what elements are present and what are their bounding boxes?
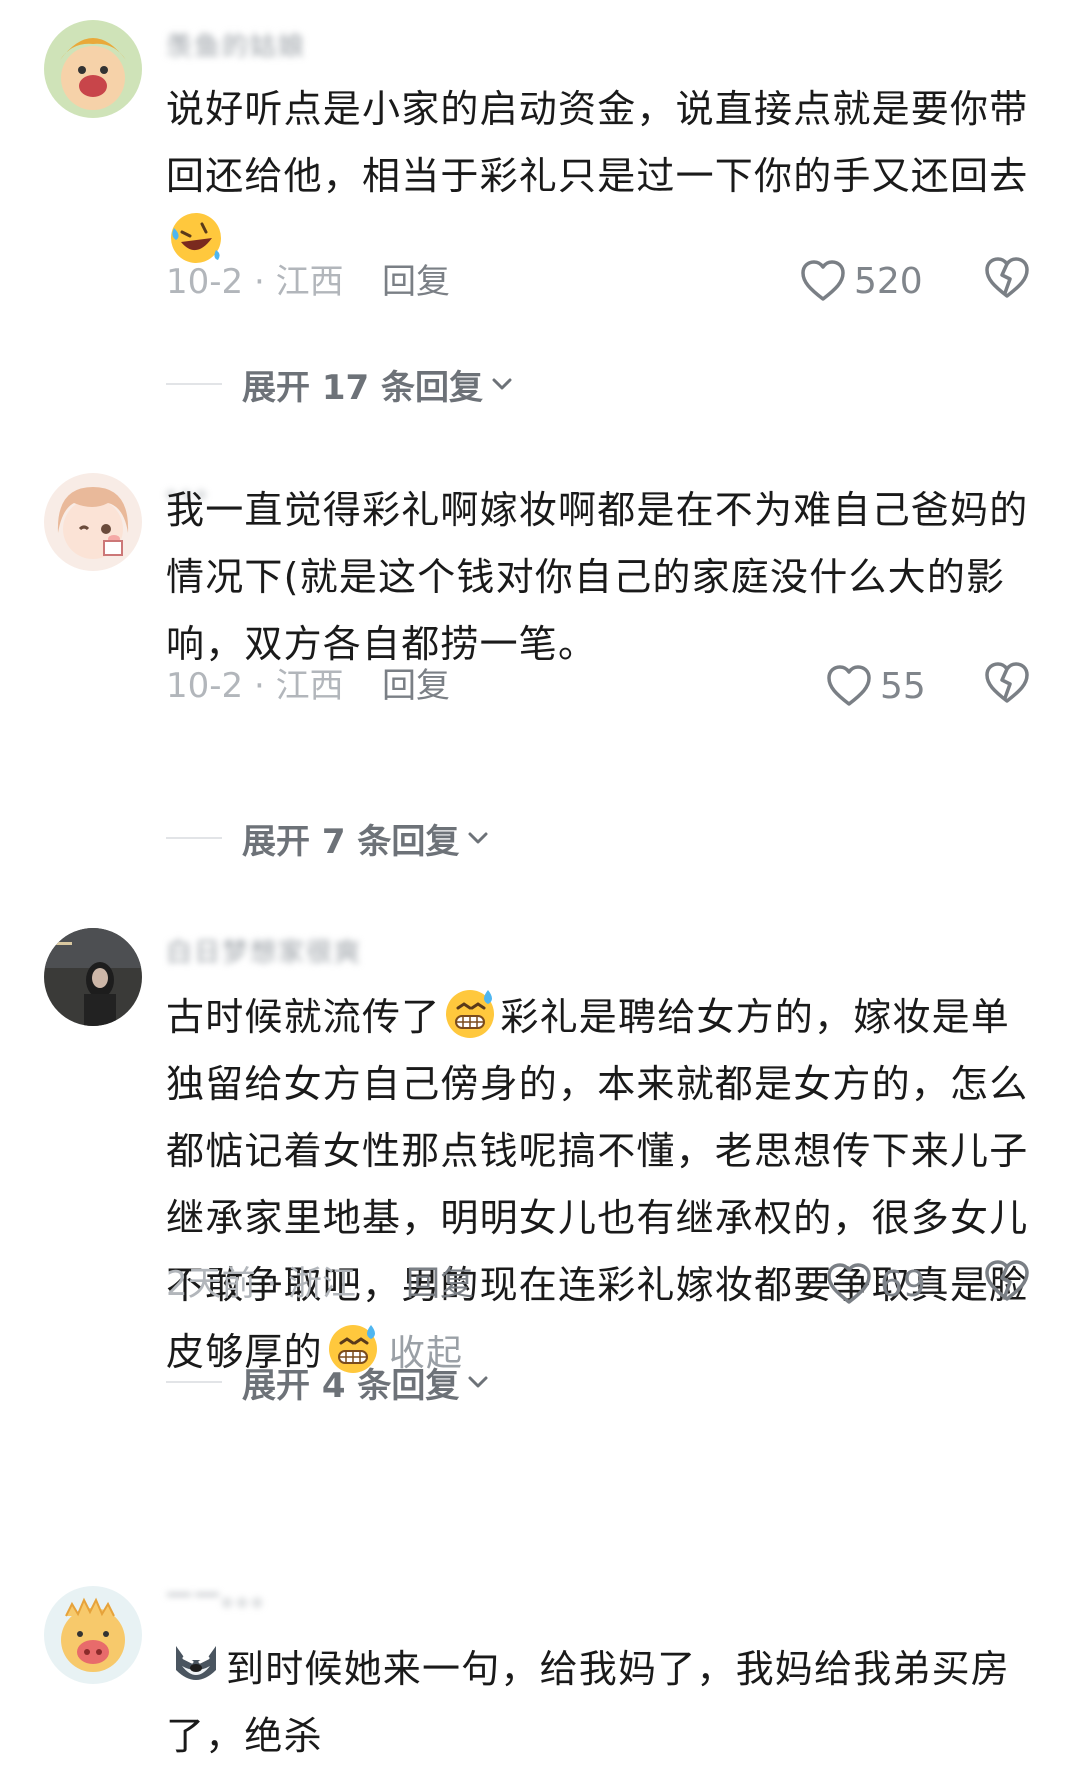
comment-meta: 2天前 · 浙江 回复 [166,1260,474,1308]
comment-text: 说好听点是小家的启动资金，说直接点就是要你带回还给他，相当于彩礼只是过一下你的手… [166,76,1046,277]
date-location: 10-2 · 江西 [166,666,344,706]
expand-replies-row: 展开 17 条回复 [166,360,515,408]
comment-text-content: 彩礼是聘给女方的，嫁妆是单独留给女方自己傍身的，本来就都是女方的，怎么都惦记着女… [166,995,1029,1374]
dislike-broken-heart-icon [985,1260,1029,1301]
date-location: 2天前 · 浙江 [166,1264,357,1304]
avatar[interactable] [44,1586,142,1684]
dislike-button[interactable] [984,255,1030,301]
dislike-broken-heart-icon [985,662,1029,703]
dislike-button[interactable] [984,1258,1030,1304]
date-location: 10-2 · 江西 [166,262,344,302]
username[interactable]: 一一。。。 [166,1580,280,1614]
expand-replies-label: 展开 7 条回复 [242,821,460,862]
chevron-down-icon [468,832,488,844]
comment-meta: 10-2 · 江西 回复 [166,662,450,710]
expand-replies-button[interactable]: 展开 17 条回复 [242,360,515,409]
comment-item: 白日梦想家很爽 古时候就流传了 彩礼是聘给女方的，嫁妆是单独留给女方自己傍身的，… [0,890,1080,1550]
comment-text: 我一直觉得彩礼啊嫁妆啊都是在不为难自己爸妈的情况下(就是这个钱对你自己的家庭没什… [166,488,1029,666]
like-button[interactable]: 520 [800,255,923,307]
heart-icon [801,260,845,301]
avatar[interactable] [44,928,142,1026]
comment-text: 古时候就流传了 彩礼是聘给女方的，嫁妆是单独留给女方自己傍身的，本来就都是女方的… [166,984,1046,1387]
divider-line [166,837,222,839]
chevron-down-icon [492,378,512,390]
reply-button[interactable]: 回复 [382,258,450,306]
comment-text: 到时候她来一句，给我妈了，我妈给我弟买房了，绝杀 [166,1636,1046,1770]
heart-icon [827,1263,871,1304]
dislike-button[interactable] [984,660,1030,706]
reply-button[interactable]: 回复 [382,662,450,710]
avatar[interactable] [44,473,142,571]
like-count: 55 [880,665,926,707]
comment-item: 羡鱼的姑娘 说好听点是小家的启动资金，说直接点就是要你带回还给他，相当于彩礼只是… [0,0,1080,440]
username[interactable]: 羡鱼的姑娘 [166,30,306,64]
like-count: 520 [854,260,923,302]
reply-button[interactable]: 回复 [406,1260,474,1308]
comment-text-content: 古时候就流传了 [166,995,441,1039]
comment-item: 。。。 我一直觉得彩礼啊嫁妆啊都是在不为难自己爸妈的情况下(就是这个钱对你自己的… [0,440,1080,890]
like-button[interactable]: 55 [826,660,926,712]
dislike-broken-heart-icon [985,257,1029,298]
expand-replies-label: 展开 17 条回复 [242,367,483,408]
divider-line [166,383,222,385]
wolf-emoji [168,1636,224,1692]
username[interactable]: 白日梦想家很爽 [166,936,362,970]
avatar[interactable] [44,20,142,118]
expand-replies-label: 展开 4 条回复 [242,1365,460,1406]
like-button[interactable]: 69 [826,1258,926,1310]
like-count: 69 [880,1263,926,1305]
expand-replies-row: 展开 7 条回复 [166,814,491,862]
comment-text-content: 说好听点是小家的启动资金，说直接点就是要你带回还给他，相当于彩礼只是过一下你的手… [166,87,1029,198]
heart-icon [827,665,871,706]
comment-text-content: 到时候她来一句，给我妈了，我妈给我弟买房了，绝杀 [166,1647,1011,1758]
divider-line [166,1381,222,1383]
expand-replies-row: 展开 4 条回复 [166,1358,491,1406]
grin-sweat-emoji [442,984,498,1040]
comment-meta: 10-2 · 江西 回复 [166,258,450,306]
expand-replies-button[interactable]: 展开 4 条回复 [242,1358,491,1407]
expand-replies-button[interactable]: 展开 7 条回复 [242,814,491,863]
comment-item: 一一。。。 到时候她来一句，给我妈了，我妈给我弟买房了，绝杀 [0,1550,1080,1758]
chevron-down-icon [468,1376,488,1388]
